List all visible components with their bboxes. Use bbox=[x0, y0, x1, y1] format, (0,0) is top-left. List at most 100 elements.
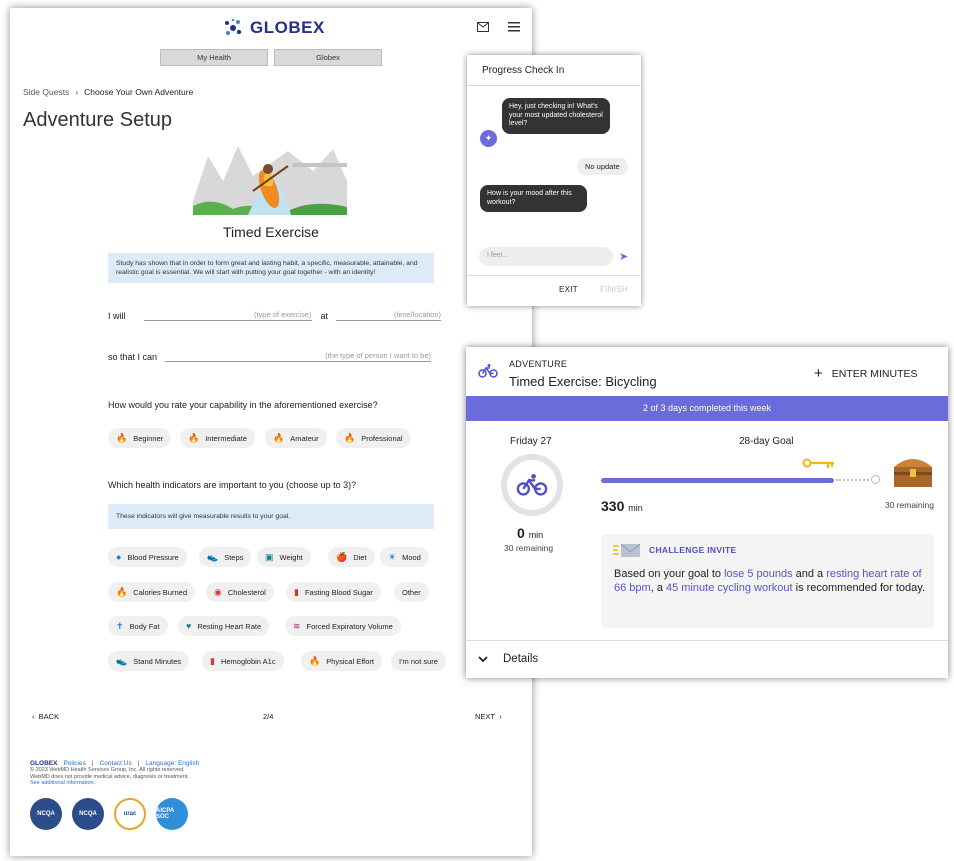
time-location-input[interactable]: (time/location) bbox=[336, 310, 442, 321]
chip-label: Body Fat bbox=[129, 621, 160, 631]
goal-title: 28-day Goal bbox=[739, 436, 794, 447]
body-icon: ✝ bbox=[116, 620, 124, 631]
person-identity-input[interactable]: (the type of person I want to be) bbox=[165, 351, 432, 362]
finish-button[interactable]: FINISH bbox=[600, 285, 628, 294]
goal-minutes-value: 330 bbox=[601, 498, 625, 514]
chip-label: Steps bbox=[224, 552, 244, 562]
tab-my-health[interactable]: My Health bbox=[160, 49, 268, 66]
exit-button[interactable]: EXIT bbox=[559, 285, 578, 294]
scale-icon: ▣ bbox=[265, 551, 274, 562]
daily-progress-ring bbox=[501, 454, 563, 516]
plus-icon: + bbox=[814, 365, 823, 382]
capability-chip-professional[interactable]: 🔥 Professional bbox=[336, 428, 411, 448]
send-icon[interactable]: ➤ bbox=[619, 250, 628, 263]
indicator-chip-diet[interactable]: 🍎 Diet bbox=[328, 547, 375, 567]
tab-globex[interactable]: Globex bbox=[274, 49, 382, 66]
blood-pressure-icon: ● bbox=[116, 551, 122, 562]
flame-icon: 🔥 bbox=[188, 432, 200, 443]
footer-more-link[interactable]: See additional information. bbox=[30, 780, 199, 786]
indicator-chip-physical-effort[interactable]: 🔥 Physical Effort bbox=[301, 651, 383, 671]
invite-text-part: and a bbox=[792, 568, 827, 580]
chip-label: Stand Minutes bbox=[133, 656, 182, 666]
indicator-chip-mood[interactable]: ☀ Mood bbox=[380, 547, 429, 567]
flame-icon: 🔥 bbox=[344, 432, 356, 443]
breadcrumb-current: Choose Your Own Adventure bbox=[84, 87, 194, 97]
top-tabs: My Health Globex bbox=[160, 49, 382, 66]
indicator-chip-resting-heart-rate[interactable]: ♥ Resting Heart Rate bbox=[178, 616, 270, 636]
indicator-chip-cholesterol[interactable]: ◉ Cholesterol bbox=[206, 582, 274, 602]
indicator-chip-weight[interactable]: ▣ Weight bbox=[257, 547, 311, 567]
key-icon bbox=[802, 458, 834, 468]
indicator-chip-forced-expiratory-volume[interactable]: ≋ Forced Expiratory Volume bbox=[285, 616, 401, 636]
chip-label: Other bbox=[402, 587, 421, 597]
hamburger-icon[interactable] bbox=[508, 19, 520, 35]
today-remaining: 30 remaining bbox=[504, 543, 554, 553]
breadcrumb-parent[interactable]: Side Quests bbox=[23, 87, 69, 97]
min-unit: min bbox=[528, 530, 544, 540]
indicator-chip-not-sure[interactable]: I'm not sure bbox=[391, 651, 446, 671]
flame-icon: 🔥 bbox=[273, 432, 285, 443]
urac-badge: urac bbox=[114, 798, 146, 830]
chip-label: Mood bbox=[402, 552, 421, 562]
invite-text-part: is recommended for today. bbox=[792, 582, 926, 594]
indicator-chip-other[interactable]: Other bbox=[394, 582, 429, 602]
adventure-setup-page: GLOBEX My Health Globex Side Quests › Ch… bbox=[10, 8, 532, 856]
invite-heading: CHALLENGE INVITE bbox=[649, 545, 737, 555]
chip-label: Professional bbox=[361, 433, 403, 443]
mail-icon[interactable] bbox=[477, 19, 489, 35]
adventure-card: ADVENTURE Timed Exercise: Bicycling + EN… bbox=[466, 347, 948, 678]
top-header: GLOBEX bbox=[10, 8, 532, 48]
so-that-row: so that I can (the type of person I want… bbox=[108, 351, 432, 362]
capability-chip-amateur[interactable]: 🔥 Amateur bbox=[265, 428, 327, 448]
details-toggle[interactable]: Details bbox=[478, 653, 538, 665]
indicator-chip-calories-burned[interactable]: 🔥 Calories Burned bbox=[108, 582, 195, 602]
page-indicator: 2/4 bbox=[263, 712, 274, 721]
at-label: at bbox=[320, 311, 329, 321]
blood-test-icon: ▮ bbox=[210, 655, 215, 666]
bicycle-icon bbox=[516, 474, 548, 496]
day-label: Friday 27 bbox=[510, 436, 552, 447]
flame-icon: 🔥 bbox=[309, 655, 321, 666]
capability-chip-intermediate[interactable]: 🔥 Intermediate bbox=[180, 428, 255, 448]
bicycle-icon bbox=[478, 364, 498, 378]
enter-minutes-button[interactable]: + ENTER MINUTES bbox=[814, 365, 918, 382]
chip-label: Calories Burned bbox=[133, 587, 187, 597]
chip-label: Hemoglobin A1c bbox=[220, 656, 276, 666]
assistant-avatar-icon: ✦ bbox=[480, 130, 497, 147]
invite-recommended-workout: 45 minute cycling workout bbox=[666, 582, 793, 594]
envelope-icon bbox=[613, 543, 641, 557]
capability-chip-beginner[interactable]: 🔥 Beginner bbox=[108, 428, 172, 448]
indicator-chip-blood-pressure[interactable]: ● Blood Pressure bbox=[108, 547, 187, 567]
invite-text-part: , a bbox=[650, 582, 666, 594]
indicator-chip-hemoglobin-a1c[interactable]: ▮ Hemoglobin A1c bbox=[202, 651, 284, 671]
enter-minutes-label: ENTER MINUTES bbox=[831, 367, 918, 380]
indicator-chip-stand-minutes[interactable]: 👟 Stand Minutes bbox=[108, 651, 190, 671]
activity-subtitle: Timed Exercise bbox=[223, 224, 319, 240]
chip-label: Physical Effort bbox=[326, 656, 375, 666]
kayak-illustration bbox=[193, 146, 347, 215]
min-unit: min bbox=[628, 503, 643, 513]
sun-icon: ☀ bbox=[388, 551, 397, 562]
breadcrumb: Side Quests › Choose Your Own Adventure bbox=[23, 87, 193, 97]
chat-input[interactable]: I feel... bbox=[479, 247, 613, 266]
indicator-chip-fasting-blood-sugar[interactable]: ▮ Fasting Blood Sugar bbox=[286, 582, 381, 602]
indicator-chip-steps[interactable]: 👟 Steps bbox=[199, 547, 252, 567]
indicator-chip-body-fat[interactable]: ✝ Body Fat bbox=[108, 616, 168, 636]
chip-label: Amateur bbox=[290, 433, 319, 443]
chip-label: Fasting Blood Sugar bbox=[304, 587, 373, 597]
next-button[interactable]: NEXT › bbox=[475, 712, 502, 721]
flame-icon: 🔥 bbox=[116, 586, 128, 597]
back-button[interactable]: ‹ BACK bbox=[32, 712, 59, 721]
footer-disclaimer: WebMD does not provide medical advice, d… bbox=[30, 773, 189, 780]
chevron-down-icon bbox=[478, 655, 488, 662]
divider bbox=[467, 85, 641, 86]
shoe-icon: 👟 bbox=[116, 655, 128, 666]
globex-logo[interactable]: GLOBEX bbox=[223, 18, 325, 38]
exercise-type-input[interactable]: (type of exercise) bbox=[143, 310, 312, 321]
indicators-note: These indicators will give measurable re… bbox=[108, 504, 434, 529]
goal-remaining: 30 remaining bbox=[884, 500, 934, 510]
assistant-message: Hey, just checking in! What's your most … bbox=[502, 98, 610, 134]
chip-label: Weight bbox=[279, 552, 303, 562]
goal-progress-bar bbox=[601, 478, 834, 483]
chevron-right-icon: › bbox=[75, 87, 79, 97]
